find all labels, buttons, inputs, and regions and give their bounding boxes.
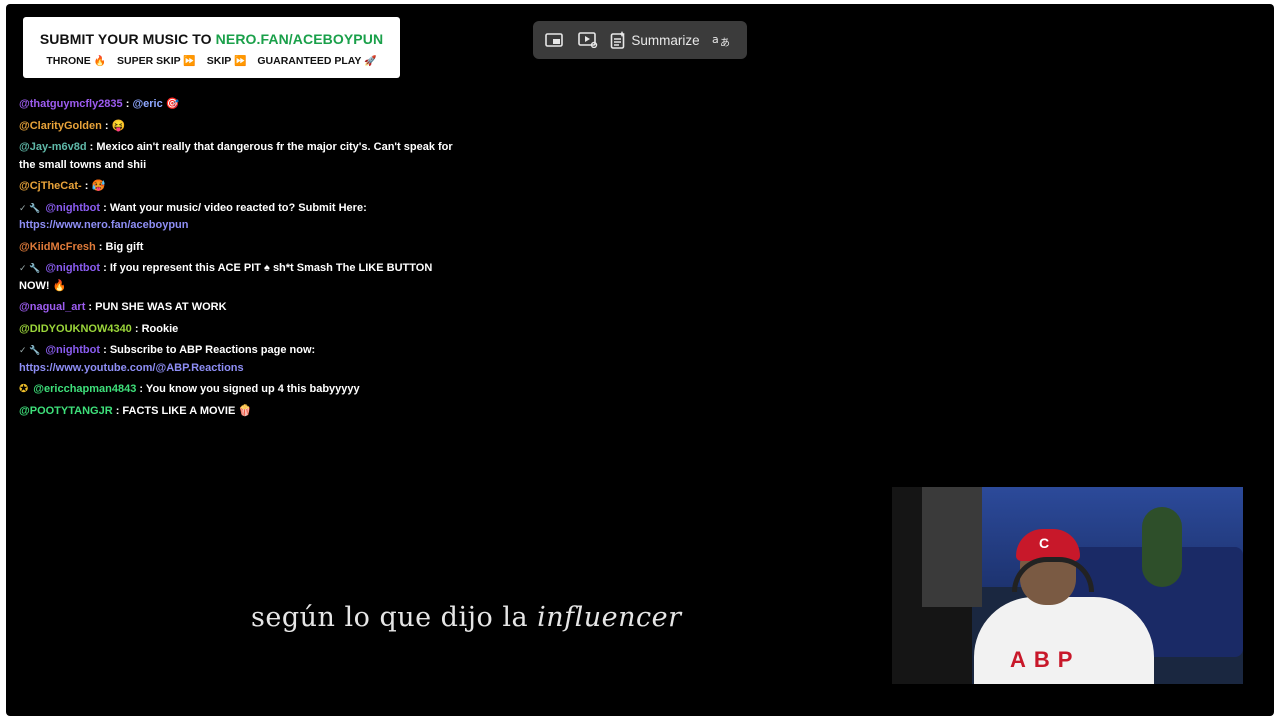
chat-username: @nightbot bbox=[45, 262, 101, 274]
chat-text: FACTS LIKE A MOVIE bbox=[122, 404, 236, 417]
member-badge-icon: ✪ bbox=[19, 383, 29, 395]
chat-username: @Jay-m6v8d bbox=[19, 141, 87, 153]
chat-text: Big gift bbox=[105, 240, 144, 253]
chat-link[interactable]: https://www.nero.fan/aceboypun bbox=[19, 219, 189, 231]
cap-logo: C bbox=[1039, 535, 1050, 551]
shirt-logo: ABP bbox=[1010, 647, 1081, 672]
chat-text: Rookie bbox=[141, 322, 179, 335]
webcam-overlay: ABP C bbox=[892, 487, 1243, 684]
chat-message: @Jay-m6v8d : Mexico ain't really that da… bbox=[19, 141, 453, 171]
translate-icon: aあ bbox=[712, 32, 732, 48]
summarize-button[interactable]: Summarize bbox=[605, 21, 705, 59]
cast-video-button[interactable] bbox=[571, 21, 605, 59]
chat-text: Subscribe to ABP Reactions page now: bbox=[109, 344, 316, 356]
chat-username: @ClarityGolden bbox=[19, 119, 102, 132]
chat-emoji: 😝 bbox=[111, 119, 126, 132]
translate-button[interactable]: aあ bbox=[705, 21, 739, 59]
video-cast-icon bbox=[578, 32, 598, 48]
chat-text: You know you signed up 4 this babyyyyy bbox=[145, 383, 360, 395]
chat-username: @DIDYOUKNOW4340 bbox=[19, 322, 132, 335]
chat-message: @nagual_art : PUN SHE WAS AT WORK bbox=[19, 301, 227, 313]
tier-throne: THRONE 🔥 bbox=[46, 55, 107, 67]
chat-username: @POOTYTANGJR bbox=[19, 404, 113, 417]
tier-super-skip: SUPER SKIP ⏩ bbox=[117, 55, 196, 67]
chat-username: @KiidMcFresh bbox=[19, 240, 96, 253]
webcam-door bbox=[922, 487, 982, 607]
subtitle-text: según lo que dijo la bbox=[251, 602, 538, 633]
chat-link[interactable]: https://www.youtube.com/@ABP.Reactions bbox=[19, 362, 244, 374]
chat-message: @thatguymcfly2835 : @eric 🎯 bbox=[19, 98, 180, 110]
picture-in-picture-icon bbox=[545, 32, 563, 48]
picture-in-picture-button[interactable] bbox=[537, 21, 571, 59]
chat-message: ✓ 🔧 @nightbot : Want your music/ video r… bbox=[19, 201, 367, 232]
chat-message: @CjTheCat- : 🥵 bbox=[19, 180, 106, 192]
chat-message: ✪ @ericchapman4843 : You know you signed… bbox=[19, 383, 360, 395]
chat-overlay: @thatguymcfly2835 : @eric 🎯 @ClarityGold… bbox=[19, 96, 459, 424]
video-player[interactable]: SUBMIT YOUR MUSIC TO NERO.FAN/ACEBOYPUN … bbox=[6, 4, 1274, 716]
banner-tiers: THRONE 🔥 SUPER SKIP ⏩ SKIP ⏩ GUARANTEED … bbox=[23, 55, 400, 67]
tier-skip: SKIP ⏩ bbox=[206, 55, 247, 67]
banner-headline: SUBMIT YOUR MUSIC TO NERO.FAN/ACEBOYPUN bbox=[23, 31, 400, 47]
submit-music-banner: SUBMIT YOUR MUSIC TO NERO.FAN/ACEBOYPUN … bbox=[23, 17, 400, 78]
chat-emoji: 🍿 bbox=[238, 404, 253, 417]
chat-emoji: 🥵 bbox=[91, 180, 106, 192]
moderator-badge-icon: ✓ 🔧 bbox=[19, 263, 41, 273]
chat-username: @CjTheCat- bbox=[19, 180, 82, 192]
chat-username: @nightbot bbox=[45, 201, 101, 214]
chat-message: ✓ 🔧 @nightbot : Subscribe to ABP Reactio… bbox=[19, 344, 316, 374]
chat-emoji: 🎯 bbox=[165, 98, 180, 110]
svg-text:あ: あ bbox=[720, 37, 730, 48]
svg-text:a: a bbox=[712, 33, 719, 46]
chat-message: @KiidMcFresh : Big gift bbox=[19, 240, 144, 253]
tier-guaranteed-play: GUARANTEED PLAY 🚀 bbox=[257, 55, 377, 67]
moderator-badge-icon: ✓ 🔧 bbox=[19, 345, 41, 355]
video-subtitle: según lo que dijo la influencer bbox=[251, 602, 682, 633]
summarize-icon bbox=[610, 31, 626, 49]
banner-link-text: NERO.FAN/ACEBOYPUN bbox=[215, 31, 384, 47]
chat-text: Want your music/ video reacted to? Submi… bbox=[109, 201, 367, 214]
chat-message: @POOTYTANGJR : FACTS LIKE A MOVIE 🍿 bbox=[19, 404, 253, 417]
chat-username: @nagual_art bbox=[19, 301, 86, 313]
chat-message: @DIDYOUKNOW4340 : Rookie bbox=[19, 322, 179, 335]
chat-username: @thatguymcfly2835 bbox=[19, 98, 123, 110]
chat-text: PUN SHE WAS AT WORK bbox=[95, 301, 227, 313]
chat-username: @nightbot bbox=[45, 344, 101, 356]
summarize-label: Summarize bbox=[631, 32, 700, 48]
webcam-plant bbox=[1142, 507, 1182, 587]
moderator-badge-icon: ✓ 🔧 bbox=[19, 202, 41, 213]
chat-message: @ClarityGolden : 😝 bbox=[19, 119, 126, 132]
video-toolbar: Summarize aあ bbox=[533, 21, 747, 59]
chat-message: ✓ 🔧 @nightbot : If you represent this AC… bbox=[19, 262, 433, 292]
banner-headline-text: SUBMIT YOUR MUSIC TO bbox=[39, 31, 216, 47]
chat-mention: @eric bbox=[132, 98, 163, 110]
chat-username: @ericchapman4843 bbox=[33, 383, 137, 395]
subtitle-italic-text: influencer bbox=[537, 602, 682, 633]
